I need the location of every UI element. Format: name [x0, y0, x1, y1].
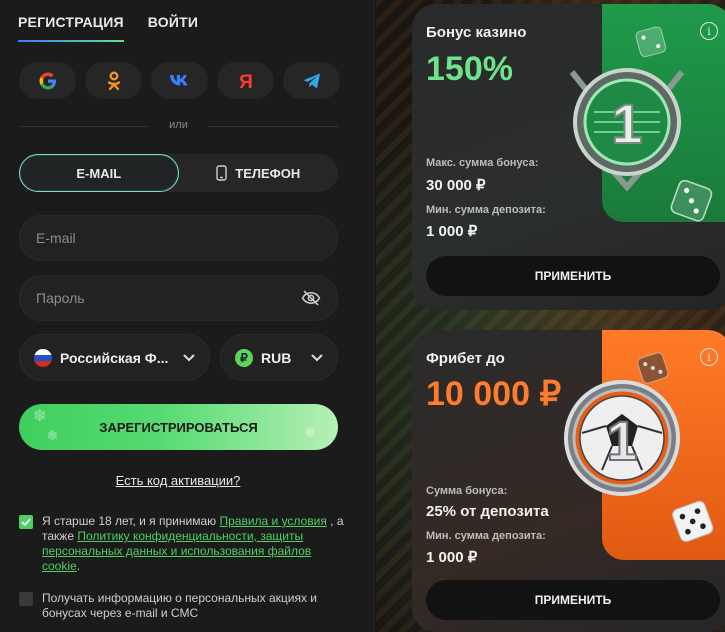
- country-select-value: Российская Ф...: [60, 349, 169, 366]
- google-login-button[interactable]: [19, 62, 76, 99]
- apply-button[interactable]: ПРИМЕНИТЬ: [426, 580, 720, 620]
- odnoklassniki-icon: [107, 71, 120, 90]
- bonus-line1-value: 30 000 ₽: [426, 177, 486, 194]
- phone-method-label: ТЕЛЕФОН: [235, 165, 301, 181]
- method-switch: E-MAIL ТЕЛЕФОН: [19, 154, 338, 192]
- ruble-icon: ₽: [235, 348, 253, 367]
- currency-select-value: RUB: [261, 349, 292, 366]
- vk-login-button[interactable]: [151, 62, 208, 99]
- apply-button[interactable]: ПРИМЕНИТЬ: [426, 256, 720, 296]
- register-button[interactable]: ❄ ❄ ❄ ЗАРЕГИСТРИРОВАТЬСЯ: [19, 404, 338, 450]
- info-icon[interactable]: i: [700, 348, 718, 366]
- terms-agreement: Я старше 18 лет, и я принимаю Правила и …: [19, 514, 349, 574]
- chevron-down-icon: [311, 354, 323, 361]
- currency-select[interactable]: ₽ RUB: [220, 334, 338, 381]
- bonus-line2-label: Мин. сумма депозита:: [426, 530, 546, 542]
- privacy-policy-link[interactable]: Политику конфиденциальности, защиты перс…: [42, 529, 311, 573]
- eye-off-icon: [301, 290, 321, 306]
- email-field-wrapper: [19, 215, 338, 261]
- vk-icon: [169, 74, 187, 85]
- activation-code-link[interactable]: Есть код активации?: [0, 473, 356, 488]
- bonus-title: Фрибет до: [426, 350, 505, 367]
- snowflake-icon: ❄: [47, 428, 58, 443]
- email-method-button[interactable]: E-MAIL: [19, 154, 179, 192]
- google-icon: [39, 72, 56, 89]
- bonus-line2-value: 1 000 ₽: [426, 223, 478, 240]
- snowflake-icon: ❄: [304, 424, 316, 440]
- auth-tabs: РЕГИСТРАЦИЯ ВОЙТИ: [18, 0, 222, 42]
- bonus-value: 10 000 ₽: [426, 375, 562, 413]
- svg-text:Я: Я: [239, 72, 253, 91]
- russia-flag-icon: [34, 348, 52, 367]
- bonus-title: Бонус казино: [426, 24, 527, 41]
- password-field-wrapper: [19, 275, 338, 321]
- promo-subscription: Получать информацию о персональных акция…: [19, 591, 349, 621]
- telegram-icon: [303, 73, 320, 88]
- bonus-line1-value: 25% от депозита: [426, 503, 549, 520]
- terms-text-part: .: [76, 559, 81, 573]
- odnoklassniki-login-button[interactable]: [85, 62, 142, 99]
- dice-icon: [672, 500, 714, 543]
- promo-checkbox[interactable]: [19, 592, 33, 606]
- divider-text: или: [169, 119, 188, 131]
- bonus-line1-label: Макс. сумма бонуса:: [426, 157, 539, 169]
- tab-login[interactable]: ВОЙТИ: [148, 0, 198, 42]
- social-login-row: Я: [19, 62, 340, 99]
- chevron-down-icon: [183, 354, 195, 361]
- bonus-line1-label: Сумма бонуса:: [426, 485, 508, 497]
- terms-text: Я старше 18 лет, и я принимаю Правила и …: [42, 514, 349, 574]
- casino-bonus-card[interactable]: i Бонус казино 150% 1 Макс. сумма бонуса…: [412, 4, 725, 310]
- toggle-password-visibility[interactable]: [301, 290, 321, 306]
- dice-icon: [670, 179, 713, 222]
- snowflake-icon: ❄: [33, 408, 47, 425]
- terms-text-part: Я старше 18 лет, и я принимаю: [42, 514, 220, 528]
- terms-checkbox[interactable]: [19, 515, 33, 529]
- register-button-label: ЗАРЕГИСТРИРОВАТЬСЯ: [99, 419, 258, 435]
- country-select[interactable]: Российская Ф...: [19, 334, 210, 381]
- info-icon[interactable]: i: [700, 22, 718, 40]
- bonus-value: 150%: [426, 50, 513, 88]
- yandex-login-button[interactable]: Я: [217, 62, 274, 99]
- bonus-line2-label: Мин. сумма депозита:: [426, 204, 546, 216]
- divider-line-right: [208, 126, 338, 127]
- check-icon: [21, 518, 31, 526]
- bonus-line2-value: 1 000 ₽: [426, 549, 478, 566]
- email-method-label: E-MAIL: [76, 165, 122, 181]
- phone-icon: [216, 165, 227, 181]
- bonus-panel: i Бонус казино 150% 1 Макс. сумма бонуса…: [376, 0, 725, 632]
- terms-rules-link[interactable]: Правила и условия: [219, 514, 326, 528]
- medal-number: 1: [611, 92, 642, 155]
- tab-registration[interactable]: РЕГИСТРАЦИЯ: [18, 0, 124, 42]
- medal-number: 1: [606, 409, 637, 472]
- medal-icon: 1: [564, 380, 680, 496]
- email-field[interactable]: [36, 230, 321, 246]
- yandex-icon: Я: [239, 72, 253, 91]
- or-divider: или: [19, 118, 338, 134]
- promo-subscription-text: Получать информацию о персональных акция…: [42, 591, 318, 620]
- telegram-login-button[interactable]: [283, 62, 340, 99]
- password-field[interactable]: [36, 290, 301, 306]
- registration-panel: РЕГИСТРАЦИЯ ВОЙТИ Я или E-MAIL ТЕЛЕФОН E…: [0, 0, 375, 632]
- freebet-bonus-card[interactable]: i Фрибет до 10 000 ₽ 1 Сумма бонуса: 25%…: [412, 330, 725, 632]
- phone-method-button[interactable]: ТЕЛЕФОН: [179, 154, 339, 192]
- medal-icon: 1: [569, 68, 685, 192]
